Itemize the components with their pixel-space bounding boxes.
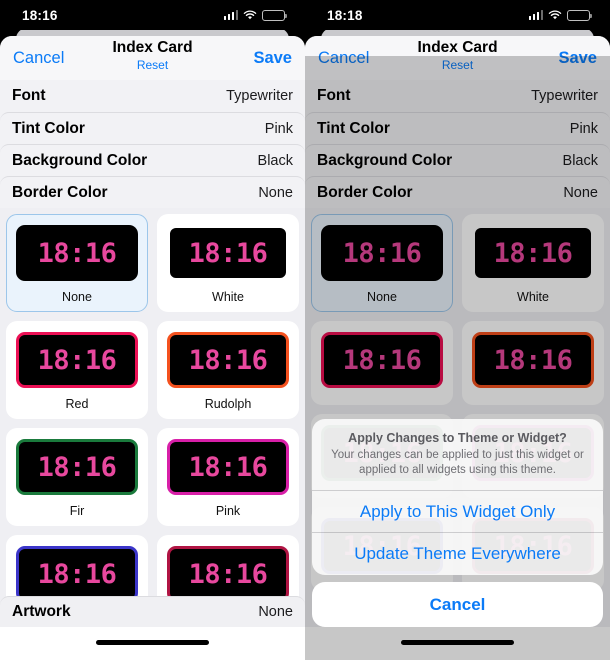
settings-row-label: Tint Color [12,119,85,137]
border-color-card[interactable]: 18:16 None [6,214,148,312]
widget-preview: 18:16 [167,225,289,281]
modal-sheet-container-left: Cancel Index Card Reset Save Font Typewr… [0,28,305,660]
widget-preview-time: 18:16 [188,558,268,590]
border-color-card-label: Pink [215,504,241,518]
phone-screen-left: 18:16 Cancel Index Card Reset Save Font … [0,0,305,660]
home-indicator-area-left [0,627,305,660]
apply-to-this-widget-only-button[interactable]: Apply to This Widget Only [312,491,603,533]
status-bar-right: 18:18 [305,0,610,30]
settings-row-value: Pink [264,120,293,137]
widget-preview-time: 18:16 [188,344,268,376]
widget-preview-time: 18:16 [37,237,117,269]
edit-sheet-left: Cancel Index Card Reset Save Font Typewr… [0,36,305,660]
widget-preview-time: 18:16 [37,451,117,483]
settings-list-left: Font Typewriter Tint Color Pink Backgrou… [0,80,305,208]
border-color-card[interactable]: 18:16 Red [6,321,148,419]
phone-screen-right: 18:18 Cancel Index Card Reset Save Font … [305,0,610,660]
widget-preview: 18:16 [16,225,138,281]
settings-row-label: Font [12,87,46,104]
border-color-card[interactable]: 18:16 Fir [6,428,148,526]
border-color-card-label: None [62,290,92,304]
status-icons [528,9,593,21]
status-icons [223,9,288,21]
settings-row-label: Border Color [12,183,108,201]
settings-row-background-color[interactable]: Background Color Black [0,144,305,176]
artwork-row[interactable]: Artwork None [0,596,305,627]
widget-preview: 18:16 [16,332,138,388]
sheet-navbar-left: Cancel Index Card Reset Save [0,36,305,80]
modal-sheet-container-right: Cancel Index Card Reset Save Font Typewr… [305,28,610,660]
settings-row-value: Typewriter [226,88,293,104]
home-indicator[interactable] [96,639,209,645]
widget-preview-time: 18:16 [37,344,117,376]
wifi-icon [243,10,257,20]
wifi-icon [548,10,562,20]
status-time: 18:16 [22,7,58,23]
status-bar-left: 18:16 [0,0,305,30]
border-color-card[interactable]: 18:16 Rudolph [157,321,299,419]
settings-row-border-color[interactable]: Border Color None [0,176,305,208]
battery-icon [262,9,288,21]
action-sheet-cancel-button[interactable]: Cancel [312,582,603,627]
border-color-grid-left: 18:16 None 18:16 White 18:16 Red 18:16 Rudolph 1… [6,214,299,619]
action-sheet-header: Apply Changes to Theme or Widget? Your c… [312,419,603,491]
apply-changes-action-sheet: Apply Changes to Theme or Widget? Your c… [312,418,603,627]
cellular-signal-icon [528,10,543,20]
battery-icon [567,9,593,21]
reset-button[interactable]: Reset [137,58,168,72]
widget-preview: 18:16 [167,546,289,602]
widget-preview: 18:16 [167,332,289,388]
cellular-signal-icon [223,10,238,20]
page-title: Index Card [112,39,193,56]
border-color-card[interactable]: 18:16 Pink [157,428,299,526]
widget-preview-time: 18:16 [188,237,268,269]
border-color-card-label: Fir [69,504,85,518]
artwork-label: Artwork [12,603,71,620]
border-color-card[interactable]: 18:16 White [157,214,299,312]
settings-row-value: Black [257,152,293,169]
page-title: Index Card [417,39,498,56]
update-theme-everywhere-button[interactable]: Update Theme Everywhere [312,533,603,575]
save-button[interactable]: Save [253,49,292,68]
action-sheet-title: Apply Changes to Theme or Widget? [348,430,567,445]
settings-row-value: None [258,184,293,201]
settings-row-label: Background Color [12,151,148,169]
status-time: 18:18 [327,7,363,23]
border-color-card-label: White [212,290,244,304]
widget-preview-time: 18:16 [188,451,268,483]
widget-preview-time: 18:16 [37,558,117,590]
border-color-card-label: Red [65,397,89,411]
border-color-grid-wrapper-left: 18:16 None 18:16 White 18:16 Red 18:16 Rudolph 1… [0,208,305,660]
widget-preview: 18:16 [16,546,138,602]
dual-screenshot-comparison: 18:16 Cancel Index Card Reset Save Font … [0,0,610,660]
settings-row-tint-color[interactable]: Tint Color Pink [0,112,305,144]
action-sheet-options-group: Apply Changes to Theme or Widget? Your c… [312,418,603,575]
action-sheet-message: Your changes can be applied to just this… [331,448,584,477]
widget-preview: 18:16 [167,439,289,495]
border-color-card-label: Rudolph [204,397,252,411]
artwork-value: None [258,604,293,620]
widget-preview: 18:16 [16,439,138,495]
settings-row-font[interactable]: Font Typewriter [0,80,305,112]
cancel-button[interactable]: Cancel [13,49,64,68]
